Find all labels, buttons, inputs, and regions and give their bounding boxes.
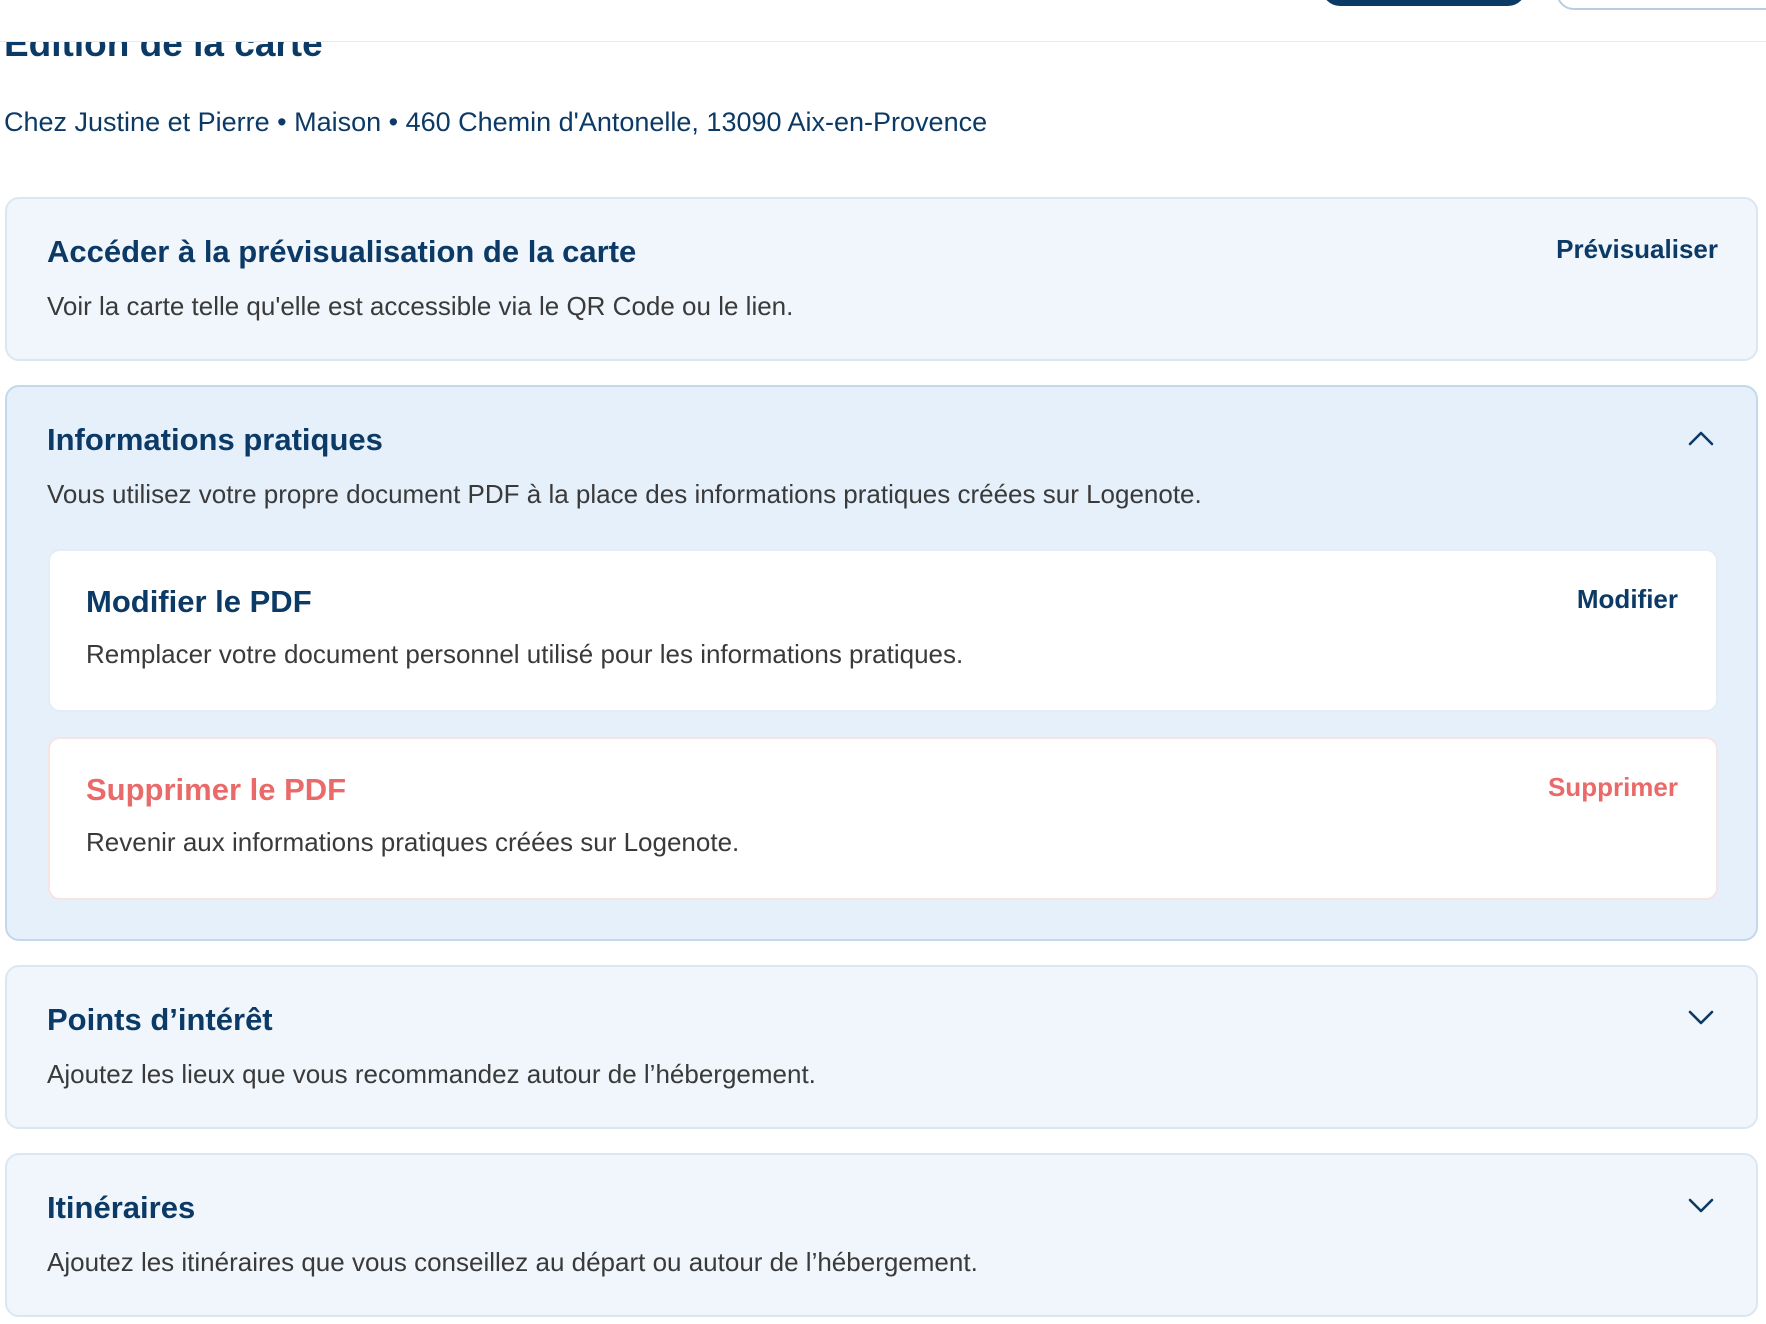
practical-info-section: Informations pratiques Vous utilisez vot… (5, 385, 1758, 941)
delete-pdf-button[interactable]: Supprimer (1548, 772, 1678, 803)
points-of-interest-title: Points d’intérêt (47, 1002, 273, 1037)
secondary-header-button[interactable] (1556, 0, 1766, 10)
chevron-down-icon[interactable] (1686, 1191, 1716, 1221)
preview-card: Accéder à la prévisualisation de la cart… (5, 197, 1758, 361)
modify-pdf-description: Remplacer votre document personnel utili… (86, 639, 964, 669)
delete-pdf-card: Supprimer le PDF Revenir aux information… (48, 737, 1718, 900)
itineraries-description: Ajoutez les itinéraires que vous conseil… (47, 1247, 978, 1277)
preview-button[interactable]: Prévisualiser (1556, 234, 1718, 265)
chevron-up-icon[interactable] (1686, 423, 1716, 453)
preview-card-description: Voir la carte telle qu'elle est accessib… (47, 291, 794, 321)
modify-pdf-title: Modifier le PDF (86, 584, 312, 619)
primary-header-button[interactable] (1322, 0, 1526, 6)
top-bar (0, 0, 1766, 42)
points-of-interest-section[interactable]: Points d’intérêt Ajoutez les lieux que v… (5, 965, 1758, 1129)
delete-pdf-title: Supprimer le PDF (86, 772, 347, 807)
itineraries-section[interactable]: Itinéraires Ajoutez les itinéraires que … (5, 1153, 1758, 1317)
preview-card-title: Accéder à la prévisualisation de la cart… (47, 234, 637, 269)
practical-info-description: Vous utilisez votre propre document PDF … (47, 479, 1202, 509)
delete-pdf-description: Revenir aux informations pratiques créée… (86, 827, 740, 857)
itineraries-title: Itinéraires (47, 1190, 196, 1225)
chevron-down-icon[interactable] (1686, 1003, 1716, 1033)
modify-pdf-button[interactable]: Modifier (1577, 584, 1678, 615)
property-subtitle: Chez Justine et Pierre • Maison • 460 Ch… (4, 107, 988, 137)
points-of-interest-description: Ajoutez les lieux que vous recommandez a… (47, 1059, 816, 1089)
modify-pdf-card: Modifier le PDF Remplacer votre document… (48, 549, 1718, 712)
practical-info-title: Informations pratiques (47, 422, 383, 457)
